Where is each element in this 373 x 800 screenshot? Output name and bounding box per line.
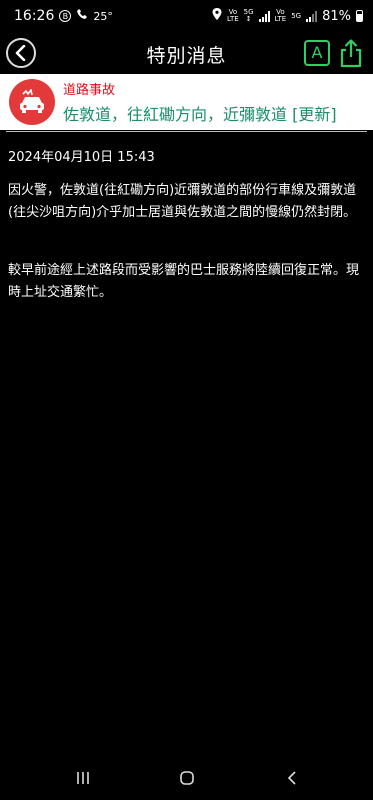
share-icon [340, 39, 362, 68]
signal-2-icon [306, 10, 318, 22]
incident-headline: 佐敦道，往紅磡方向，近彌敦道 [更新] [63, 105, 337, 124]
status-temperature: 25° [93, 9, 113, 23]
home-icon [180, 771, 194, 785]
battery-icon [356, 10, 363, 22]
recent-apps-button[interactable] [75, 770, 91, 786]
article-paragraph-1: 因火警，佐敦道(往紅磡方向)近彌敦道的部份行車線及彌敦道(往尖沙咀方向)介乎加士… [8, 183, 357, 220]
volte-2-icon: Vo LTE [274, 8, 287, 23]
incident-category: 道路事故 [63, 83, 116, 98]
font-size-button[interactable]: A [304, 40, 330, 66]
home-button[interactable] [179, 770, 195, 786]
battery-percent: 81% [322, 8, 351, 24]
system-back-button[interactable] [284, 770, 300, 786]
divider [6, 131, 367, 132]
location-icon [212, 8, 222, 24]
car-crash-icon [9, 79, 55, 125]
signal-icon [258, 10, 270, 22]
5g-2-icon: 5G [291, 11, 302, 20]
5g-icon: 5G ↕ [243, 8, 254, 23]
article-datetime: 2024年04月10日 15:43 [8, 150, 155, 165]
back-chevron-icon [287, 771, 296, 785]
app-header: 特別消息 A [0, 32, 373, 74]
notification-badge-icon: B [59, 10, 72, 22]
share-button[interactable] [338, 38, 364, 68]
article-paragraph-2: 較早前途經上述路段而受影響的巴士服務將陸續回復正常。現時上址交通繁忙。 [8, 263, 360, 300]
status-time: 16:26 [14, 8, 55, 24]
recent-apps-icon [77, 772, 89, 784]
phone-icon [76, 8, 88, 24]
incident-banner: 道路事故 佐敦道，往紅磡方向，近彌敦道 [更新] [0, 74, 373, 130]
volte-icon: Vo LTE [227, 8, 239, 23]
status-bar: 16:26 B 25° Vo LTE 5G ↕ Vo LTE 5G 81% [0, 0, 373, 32]
system-nav-bar [0, 760, 373, 800]
